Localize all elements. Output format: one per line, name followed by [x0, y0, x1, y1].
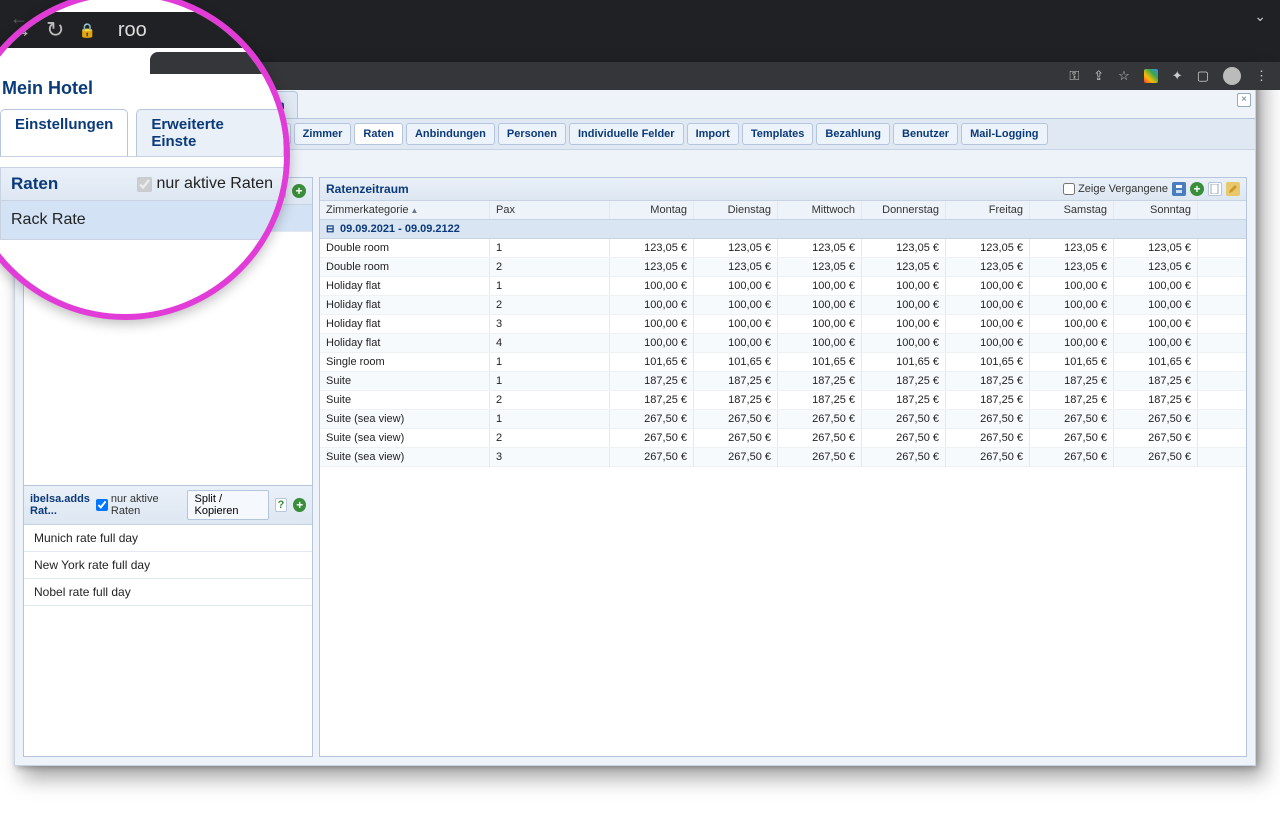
- profile-avatar[interactable]: [1223, 67, 1241, 85]
- subnav-automatische-e-mails[interactable]: Automatische E-Mails: [21, 123, 153, 145]
- share-icon[interactable]: ⇪: [1093, 68, 1104, 84]
- kebab-menu-icon[interactable]: ⋮: [1255, 68, 1268, 84]
- table-row[interactable]: Holiday flat2100,00 €100,00 €100,00 €100…: [320, 296, 1246, 315]
- column-header[interactable]: Zimmerkategorie▲: [320, 201, 490, 219]
- edit-icon[interactable]: [1226, 182, 1240, 196]
- ibelsa-only-active-checkbox[interactable]: nur aktive Raten: [96, 493, 182, 517]
- subnav-mail-logging[interactable]: Mail-Logging: [961, 123, 1047, 145]
- subnav-raten[interactable]: Raten: [354, 123, 403, 145]
- browser-tab[interactable]: ×: [60, 45, 210, 53]
- subnav-personen[interactable]: Personen: [498, 123, 566, 145]
- save-icon[interactable]: [1172, 182, 1186, 196]
- url-bar[interactable]: /de/application ⚿ ⇪ ☆ ✦ ▢ ⋮: [0, 62, 1280, 90]
- column-header[interactable]: Donnerstag: [862, 201, 946, 219]
- main-tab-0[interactable]: Einstellungen: [21, 91, 126, 118]
- ibelsa-add-icon[interactable]: +: [293, 498, 306, 512]
- lock-icon: 🔒: [117, 10, 134, 27]
- subnav-templates[interactable]: Templates: [742, 123, 814, 145]
- subnav-zimmer[interactable]: Zimmer: [294, 123, 352, 145]
- window-icon[interactable]: ▢: [1197, 68, 1209, 84]
- rates-panel: Raten nur aktive Raten Split / Kopieren …: [23, 177, 313, 757]
- ibelsa-title: ibelsa.adds Rat...: [30, 493, 90, 517]
- table-row[interactable]: Suite (sea view)2267,50 €267,50 €267,50 …: [320, 429, 1246, 448]
- rate-item-rack[interactable]: Rack Rate: [24, 205, 312, 232]
- subnav: Automatische E-MailsProdukteFinanzenZimm…: [15, 119, 1255, 150]
- table-row[interactable]: Holiday flat4100,00 €100,00 €100,00 €100…: [320, 334, 1246, 353]
- subnav-benutzer[interactable]: Benutzer: [893, 123, 958, 145]
- add-period-icon[interactable]: +: [1190, 182, 1204, 196]
- table-row[interactable]: Holiday flat3100,00 €100,00 €100,00 €100…: [320, 315, 1246, 334]
- ibelsa-rate-item[interactable]: New York rate full day: [24, 552, 312, 579]
- column-header[interactable]: Dienstag: [694, 201, 778, 219]
- column-header[interactable]: Mittwoch: [778, 201, 862, 219]
- grid-header: Zimmerkategorie▲PaxMontagDienstagMittwoc…: [320, 201, 1246, 220]
- subnav-anbindungen[interactable]: Anbindungen: [406, 123, 495, 145]
- new-tab-icon[interactable]: +: [220, 39, 231, 60]
- main-tab-1[interactable]: Erweiterte Einstellungen: [132, 91, 298, 118]
- help-icon[interactable]: ?: [272, 184, 286, 198]
- show-past-checkbox[interactable]: Zeige Vergangene: [1063, 183, 1168, 195]
- subnav-finanzen[interactable]: Finanzen: [225, 123, 291, 145]
- column-header[interactable]: Montag: [610, 201, 694, 219]
- ibelsa-help-icon[interactable]: ?: [275, 498, 288, 512]
- column-header[interactable]: Freitag: [946, 201, 1030, 219]
- forward-icon[interactable]: →: [40, 8, 58, 29]
- url-short: 🔒 roo: [117, 10, 163, 27]
- add-rate-icon[interactable]: +: [292, 184, 306, 198]
- page-icon[interactable]: [1208, 182, 1222, 196]
- table-row[interactable]: Double room1123,05 €123,05 €123,05 €123,…: [320, 239, 1246, 258]
- column-header[interactable]: Sonntag: [1114, 201, 1198, 219]
- ibelsa-split-button[interactable]: Split / Kopieren: [187, 490, 268, 520]
- star-icon[interactable]: ☆: [1118, 68, 1130, 84]
- app-window: Mein Hotel EinstellungenErweiterte Einst…: [14, 62, 1256, 766]
- rates-title: Raten: [30, 184, 70, 198]
- rate-periods-title: Ratenzeitraum: [326, 182, 409, 196]
- sort-asc-icon: ▲: [411, 206, 419, 215]
- browser-chrome: ← → ↻ 🔒 roo ⌄ × +: [0, 0, 1280, 62]
- period-group-row[interactable]: ⊟ 09.09.2021 - 09.09.2122: [320, 220, 1246, 239]
- google-app-icon[interactable]: [1144, 69, 1158, 83]
- main-tabs: EinstellungenErweiterte Einstellungen ×: [15, 91, 1255, 119]
- split-copy-button[interactable]: Split / Kopieren: [177, 182, 266, 200]
- pane-close-icon[interactable]: ×: [1237, 93, 1251, 107]
- extensions-icon[interactable]: ✦: [1172, 68, 1183, 84]
- only-active-checkbox[interactable]: nur aktive Raten: [76, 185, 171, 197]
- table-row[interactable]: Suite2187,25 €187,25 €187,25 €187,25 €18…: [320, 391, 1246, 410]
- ibelsa-rates-panel: ibelsa.adds Rat... nur aktive Raten Spli…: [24, 485, 312, 756]
- subnav-individuelle-felder[interactable]: Individuelle Felder: [569, 123, 684, 145]
- key-icon[interactable]: ⚿: [1069, 68, 1079, 84]
- collapse-icon[interactable]: ⊟: [326, 224, 336, 235]
- subnav-produkte[interactable]: Produkte: [156, 123, 222, 145]
- table-row[interactable]: Suite (sea view)1267,50 €267,50 €267,50 …: [320, 410, 1246, 429]
- grid-body: Double room1123,05 €123,05 €123,05 €123,…: [320, 239, 1246, 467]
- ibelsa-rate-item[interactable]: Munich rate full day: [24, 525, 312, 552]
- ibelsa-rate-item[interactable]: Nobel rate full day: [24, 579, 312, 606]
- back-icon[interactable]: ←: [10, 8, 28, 29]
- column-header[interactable]: Pax: [490, 201, 610, 219]
- window-menu-icon[interactable]: ⌄: [1254, 8, 1266, 25]
- reload-icon[interactable]: ↻: [70, 8, 85, 29]
- rate-periods-panel: Ratenzeitraum Zeige Vergangene +: [319, 177, 1247, 757]
- table-row[interactable]: Suite (sea view)3267,50 €267,50 €267,50 …: [320, 448, 1246, 467]
- subnav-import[interactable]: Import: [687, 123, 739, 145]
- subnav-bezahlung[interactable]: Bezahlung: [816, 123, 890, 145]
- table-row[interactable]: Suite1187,25 €187,25 €187,25 €187,25 €18…: [320, 372, 1246, 391]
- column-header[interactable]: Samstag: [1030, 201, 1114, 219]
- table-row[interactable]: Single room1101,65 €101,65 €101,65 €101,…: [320, 353, 1246, 372]
- table-row[interactable]: Double room2123,05 €123,05 €123,05 €123,…: [320, 258, 1246, 277]
- table-row[interactable]: Holiday flat1100,00 €100,00 €100,00 €100…: [320, 277, 1246, 296]
